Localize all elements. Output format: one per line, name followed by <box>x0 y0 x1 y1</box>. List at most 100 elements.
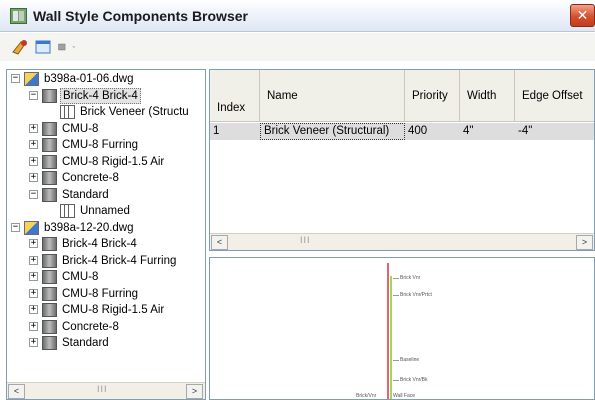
scroll-grip-icon[interactable]: III <box>97 384 108 394</box>
window-title: Wall Style Components Browser <box>33 8 248 24</box>
preview-label: Brick Vnr/Prtct <box>400 292 432 298</box>
scroll-right-icon[interactable]: > <box>186 384 203 399</box>
grid-horizontal-scrollbar[interactable]: < III > <box>210 233 594 250</box>
collapse-icon[interactable]: − <box>29 90 38 100</box>
components-grid[interactable]: Index Name Priority Width Edge Offset 1 … <box>209 69 595 251</box>
wall-style-icon <box>42 154 57 169</box>
tree-node-label: Brick Veneer (Structu <box>80 106 189 118</box>
expand-icon[interactable]: + <box>29 338 38 347</box>
expand-icon[interactable]: + <box>29 272 38 281</box>
tree-node[interactable]: + Brick-4 Brick-4 <box>7 236 205 252</box>
cell-index[interactable]: 1 <box>210 123 260 140</box>
wall-style-icon <box>42 319 57 334</box>
tree-node-label: CMU-8 <box>62 271 99 283</box>
display-dropdown-icon[interactable] <box>58 38 78 56</box>
title-bar: Wall Style Components Browser ✕ <box>0 0 595 32</box>
wall-style-tree[interactable]: − b398a-01-06.dwg − Brick-4 Brick-4 Brick Ve… <box>6 69 206 400</box>
tree-node-label: Concrete-8 <box>62 172 119 184</box>
expand-icon[interactable]: + <box>29 123 38 133</box>
tree-node[interactable]: Unnamed <box>7 203 205 219</box>
tree-node[interactable]: + Concrete-8 <box>7 170 205 186</box>
tree-node-label: b398a-12-20.dwg <box>44 221 134 234</box>
tree-node[interactable]: + CMU-8 Furring <box>7 286 205 302</box>
wall-style-browser-icon <box>10 8 27 24</box>
scroll-grip-icon[interactable]: III <box>300 235 311 245</box>
wall-style-icon <box>42 88 57 103</box>
preview-label: Baseline <box>400 357 420 363</box>
tree-node[interactable]: + CMU-8 Furring <box>7 137 205 153</box>
tree-node-label: Standard <box>62 188 109 201</box>
tree-node[interactable]: − Standard <box>7 187 205 203</box>
cell-name[interactable]: Brick Veneer (Structural) <box>260 123 405 140</box>
wall-style-icon <box>42 336 57 350</box>
expand-icon[interactable]: + <box>29 305 38 314</box>
column-header-priority[interactable]: Priority <box>405 70 460 122</box>
close-button[interactable]: ✕ <box>570 4 595 27</box>
tree-node-label: Brick-4 Brick-4 Furring <box>62 254 177 267</box>
component-icon <box>60 204 75 218</box>
scroll-right-icon[interactable]: > <box>576 235 593 250</box>
collapse-icon[interactable]: − <box>11 74 20 83</box>
column-header-name[interactable]: Name <box>260 70 405 122</box>
scroll-left-icon[interactable]: < <box>8 384 25 399</box>
tree-node[interactable]: + Brick-4 Brick-4 Furring <box>7 253 205 269</box>
cell-priority[interactable]: 400 <box>405 123 460 140</box>
preview-label: Brick Vnr/Bk <box>400 377 428 383</box>
collapse-icon[interactable]: − <box>29 189 38 199</box>
expand-icon[interactable]: + <box>29 239 38 248</box>
tree-node[interactable]: + Concrete-8 <box>7 319 205 335</box>
column-header-width[interactable]: Width <box>460 70 515 122</box>
tree-node[interactable]: + CMU-8 Rigid-1.5 Air <box>7 302 205 318</box>
tree-node-label: b398a-01-06.dwg <box>44 73 134 85</box>
cell-width[interactable]: 4" <box>460 123 515 140</box>
copy-icon[interactable] <box>34 38 54 56</box>
preview-tick <box>393 295 399 296</box>
wall-style-icon <box>42 171 57 185</box>
scroll-left-icon[interactable]: < <box>211 235 228 250</box>
tree-node-label: Concrete-8 <box>62 320 119 333</box>
tree-node[interactable]: − b398a-12-20.dwg <box>7 220 205 236</box>
expand-icon[interactable]: + <box>29 173 38 182</box>
preview-label: Wall Face <box>393 393 416 399</box>
tree-node[interactable]: − b398a-01-06.dwg <box>7 71 205 87</box>
tree-node-label: CMU-8 Rigid-1.5 Air <box>62 304 165 316</box>
tree-node[interactable]: − Brick-4 Brick-4 <box>7 87 205 104</box>
wall-style-icon <box>42 286 57 301</box>
tree-node[interactable]: + CMU-8 Rigid-1.5 Air <box>7 154 205 170</box>
dwg-file-icon <box>24 72 39 86</box>
tree-node[interactable]: + Standard <box>7 335 205 351</box>
tree-node[interactable]: + CMU-8 <box>7 121 205 137</box>
wall-style-icon <box>42 121 57 136</box>
expand-icon[interactable]: + <box>29 156 38 166</box>
cell-edge-offset[interactable]: -4" <box>515 123 594 140</box>
toolbar <box>0 33 595 61</box>
column-header-index[interactable]: Index <box>210 70 260 122</box>
tree-node-label: Standard <box>62 337 109 349</box>
dwg-file-icon <box>24 220 39 235</box>
tree-node-label: CMU-8 <box>62 122 99 135</box>
expand-icon[interactable]: + <box>29 288 38 298</box>
tree-horizontal-scrollbar[interactable]: < III > <box>7 382 205 399</box>
tree-node-label: CMU-8 Rigid-1.5 Air <box>62 155 165 168</box>
tree-node-label: CMU-8 Furring <box>62 139 139 151</box>
tree-node[interactable]: Brick Veneer (Structu <box>7 104 205 120</box>
tree-node-label: Unnamed <box>80 205 130 217</box>
add-component-icon[interactable] <box>10 38 30 56</box>
wall-style-icon <box>42 303 57 317</box>
preview-label: Brick/Vnr <box>356 393 377 399</box>
wall-style-icon <box>42 237 57 251</box>
expand-icon[interactable]: + <box>29 255 38 265</box>
expand-icon[interactable]: + <box>29 321 38 331</box>
preview-tick <box>393 278 399 279</box>
preview-tick <box>393 380 399 381</box>
wall-style-icon <box>42 187 57 202</box>
collapse-icon[interactable]: − <box>11 222 20 232</box>
tree-node-label: Brick-4 Brick-4 <box>62 238 137 250</box>
component-icon <box>60 105 75 119</box>
tree-node[interactable]: + CMU-8 <box>7 269 205 285</box>
close-icon: ✕ <box>576 7 589 23</box>
tree-node-label: Brick-4 Brick-4 <box>60 87 141 104</box>
expand-icon[interactable]: + <box>29 140 38 149</box>
preview-label: Brick Vnr <box>400 275 421 281</box>
column-header-edge-offset[interactable]: Edge Offset <box>515 70 594 122</box>
